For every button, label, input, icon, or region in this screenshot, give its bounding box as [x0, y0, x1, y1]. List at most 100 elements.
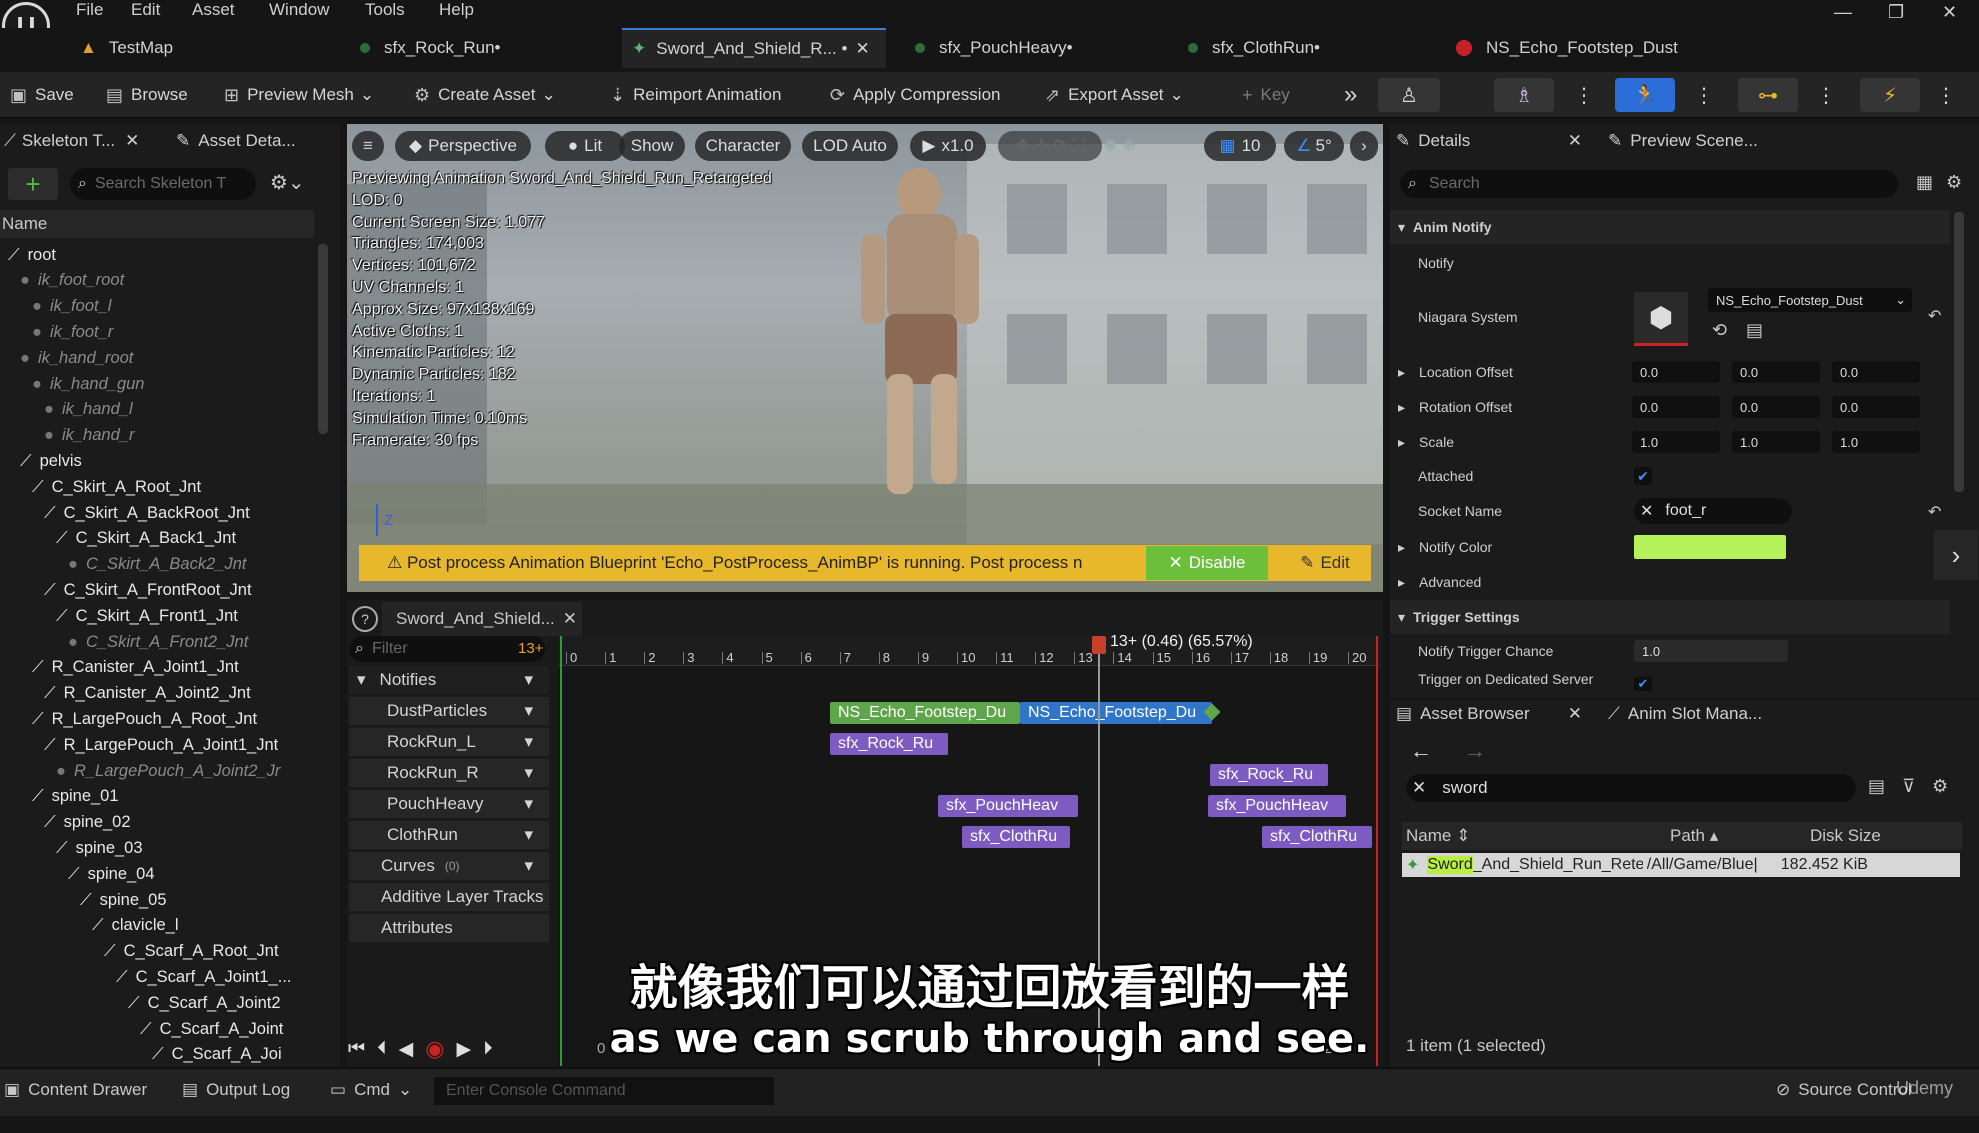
tree-row[interactable]: ⟋ spine_05	[80, 887, 167, 913]
menu-help[interactable]: Help	[439, 0, 474, 20]
close-window-icon[interactable]: ✕	[1942, 2, 1957, 23]
output-log-button[interactable]: ▤ Output Log	[182, 1080, 290, 1100]
tree-row[interactable]: ⟋ spine_01	[32, 784, 119, 810]
close-tab-icon[interactable]: ✕	[1568, 131, 1582, 151]
tree-row[interactable]: ● ik_foot_l	[32, 294, 111, 320]
close-tab-icon[interactable]: ✕	[563, 609, 577, 629]
track-notifies[interactable]: ▾ Notifies ▾	[349, 666, 549, 694]
tree-row[interactable]: ● ik_foot_root	[20, 268, 124, 294]
tree-row[interactable]: ⟋ C_Scarf_A_Root_Jnt	[104, 939, 279, 965]
tree-row[interactable]: ⟋ C_Scarf_A_Joi	[152, 1042, 282, 1068]
niagara-thumbnail[interactable]: ⬢	[1634, 292, 1688, 346]
kebab-menu-icon-3[interactable]: ⋮	[1816, 72, 1836, 118]
tree-row[interactable]: ● ik_hand_l	[44, 397, 133, 423]
track-rockrun-r[interactable]: RockRun_R ▾	[349, 759, 549, 787]
menu-edit[interactable]: Edit	[131, 0, 160, 20]
clear-icon[interactable]: ✕	[1640, 501, 1653, 521]
tree-row[interactable]: ● ik_hand_r	[44, 423, 134, 449]
track-attributes[interactable]: Attributes	[349, 914, 549, 942]
track-additive-layer[interactable]: Additive Layer Tracks	[349, 883, 549, 911]
table-view-icon[interactable]: ▦	[1916, 172, 1933, 193]
reset-to-default-icon[interactable]: ↶	[1928, 306, 1941, 326]
close-tab-icon[interactable]: ✕	[125, 131, 139, 151]
camera-tools[interactable]: ✺ ❋	[1080, 131, 1160, 161]
tree-row[interactable]: ⟋ R_LargePouch_A_Joint1_Jnt	[44, 732, 278, 758]
tree-row[interactable]: ⟋ C_Scarf_A_Joint2	[128, 990, 281, 1016]
location-z[interactable]: 0.0	[1832, 361, 1920, 383]
close-tab-icon[interactable]: ✕	[855, 39, 869, 59]
track-clothrun[interactable]: ClothRun ▾	[349, 821, 549, 849]
tree-row[interactable]: ⟋ C_Skirt_A_FrontRoot_Jnt	[44, 577, 252, 603]
expand-panel-icon[interactable]: ›	[1934, 530, 1978, 580]
browse-asset-icon[interactable]: ▤	[1746, 320, 1763, 341]
tree-row[interactable]: ⟋ R_Canister_A_Joint2_Jnt	[44, 681, 251, 707]
perspective-button[interactable]: ◆ Perspective	[395, 131, 531, 161]
tab-ns-echo-footstep-dust[interactable]: NS_Echo_Footstep_Dust	[1446, 28, 1746, 68]
tab-details[interactable]: ✎ Details ✕	[1396, 124, 1582, 158]
add-button[interactable]: +	[8, 168, 58, 200]
menu-file[interactable]: File	[76, 0, 103, 20]
tree-row[interactable]: ● ik_foot_r	[32, 319, 113, 345]
overflow-chevron-icon[interactable]: »	[1344, 72, 1357, 118]
tree-row[interactable]: ⟋ spine_03	[56, 835, 143, 861]
tab-sfx-pouchheavy[interactable]: sfx_PouchHeavy•	[905, 28, 1155, 68]
dedicated-checkbox[interactable]: ✔	[1634, 676, 1652, 691]
preview-mesh-button[interactable]: ⊞ Preview Mesh ⌄	[224, 72, 374, 118]
tab-sequence[interactable]: Sword_And_Shield... ✕	[382, 602, 582, 636]
settings-gear-icon[interactable]: ⚙	[1946, 172, 1962, 193]
animation-mode-icon[interactable]: 🏃	[1615, 78, 1675, 112]
viewport-chevron-icon[interactable]: ›	[1350, 131, 1378, 161]
clear-icon[interactable]: ✕	[1412, 778, 1426, 798]
notify-color-swatch[interactable]	[1634, 535, 1786, 559]
track-dustparticles[interactable]: DustParticles ▾	[349, 697, 549, 725]
export-asset-button[interactable]: ⇗ Export Asset ⌄	[1045, 72, 1184, 118]
expand-icon[interactable]: ▸	[1398, 539, 1405, 556]
angle-snap-button[interactable]: ∠ 5°	[1284, 131, 1344, 161]
close-tab-icon[interactable]: ✕	[1568, 704, 1582, 724]
back-arrow-icon[interactable]: ←	[1410, 738, 1432, 764]
minimize-icon[interactable]: —	[1834, 2, 1852, 23]
maximize-icon[interactable]: ❐	[1888, 2, 1904, 23]
track-curves[interactable]: Curves (0) ▾	[349, 852, 549, 880]
tab-skeleton-tree[interactable]: ⟋ Skeleton T... ✕	[4, 124, 164, 158]
attached-checkbox[interactable]: ✔	[1634, 467, 1652, 485]
reimport-animation-button[interactable]: ⇣ Reimport Animation	[610, 72, 781, 118]
search-skeleton-input[interactable]: ⌕ Search Skeleton T	[70, 168, 256, 200]
rotation-x[interactable]: 0.0	[1632, 396, 1720, 418]
menu-asset[interactable]: Asset	[192, 0, 235, 20]
kebab-menu-icon-4[interactable]: ⋮	[1936, 72, 1956, 118]
notify-cloth-2[interactable]: sfx_ClothRu	[1262, 826, 1372, 848]
location-y[interactable]: 0.0	[1732, 361, 1820, 383]
location-x[interactable]: 0.0	[1632, 361, 1720, 383]
notify-pouch-2[interactable]: sfx_PouchHeav	[1208, 795, 1346, 817]
tree-row[interactable]: ● ik_hand_root	[20, 345, 133, 371]
tab-asset-details[interactable]: ✎ Asset Deta...	[176, 124, 336, 158]
grid-snap-button[interactable]: ▦ 10	[1204, 131, 1276, 161]
tab-preview-scene[interactable]: ✎ Preview Scene...	[1608, 124, 1808, 158]
browse-button[interactable]: ▤ Browse	[106, 72, 188, 118]
source-control-button[interactable]: ⊘ Source Control	[1776, 1080, 1912, 1100]
tree-row[interactable]: ● C_Skirt_A_Back2_Jnt	[68, 552, 246, 578]
notify-dust-2[interactable]: NS_Echo_Footstep_Du	[1020, 702, 1212, 724]
section-trigger-settings[interactable]: ▾ Trigger Settings	[1390, 600, 1950, 634]
track-filter-input[interactable]: ⌕ Filter	[349, 636, 545, 662]
tree-row[interactable]: ⟋ clavicle_l	[92, 913, 179, 939]
save-button[interactable]: ▣ Save	[10, 72, 74, 118]
mesh-mode-icon[interactable]: ♗	[1494, 78, 1554, 112]
tree-row[interactable]: ⟋ C_Skirt_A_Front1_Jnt	[56, 603, 238, 629]
track-rockrun-l[interactable]: RockRun_L ▾	[349, 728, 549, 756]
tab-testmap[interactable]: ▲ TestMap	[70, 28, 330, 68]
tree-row[interactable]: ● C_Skirt_A_Front2_Jnt	[68, 629, 248, 655]
lod-button[interactable]: LOD Auto	[802, 131, 898, 161]
track-pouchheavy[interactable]: PouchHeavy ▾	[349, 790, 549, 818]
create-asset-button[interactable]: ⚙ Create Asset ⌄	[414, 72, 556, 118]
details-scrollbar[interactable]	[1954, 212, 1964, 492]
tree-row[interactable]: ⟋ C_Skirt_A_Back1_Jnt	[56, 526, 236, 552]
tree-row[interactable]: ⟋ R_LargePouch_A_Root_Jnt	[32, 706, 257, 732]
tree-row[interactable]: ● R_LargePouch_A_Joint2_Jr	[56, 758, 280, 784]
tab-sfx-rock-run[interactable]: sfx_Rock_Run•	[350, 28, 610, 68]
disable-button[interactable]: ✕ Disable	[1146, 546, 1268, 580]
reset-to-default-icon-2[interactable]: ↶	[1928, 502, 1941, 522]
show-button[interactable]: Show	[619, 131, 685, 161]
tree-row[interactable]: ● ik_hand_gun	[32, 371, 144, 397]
